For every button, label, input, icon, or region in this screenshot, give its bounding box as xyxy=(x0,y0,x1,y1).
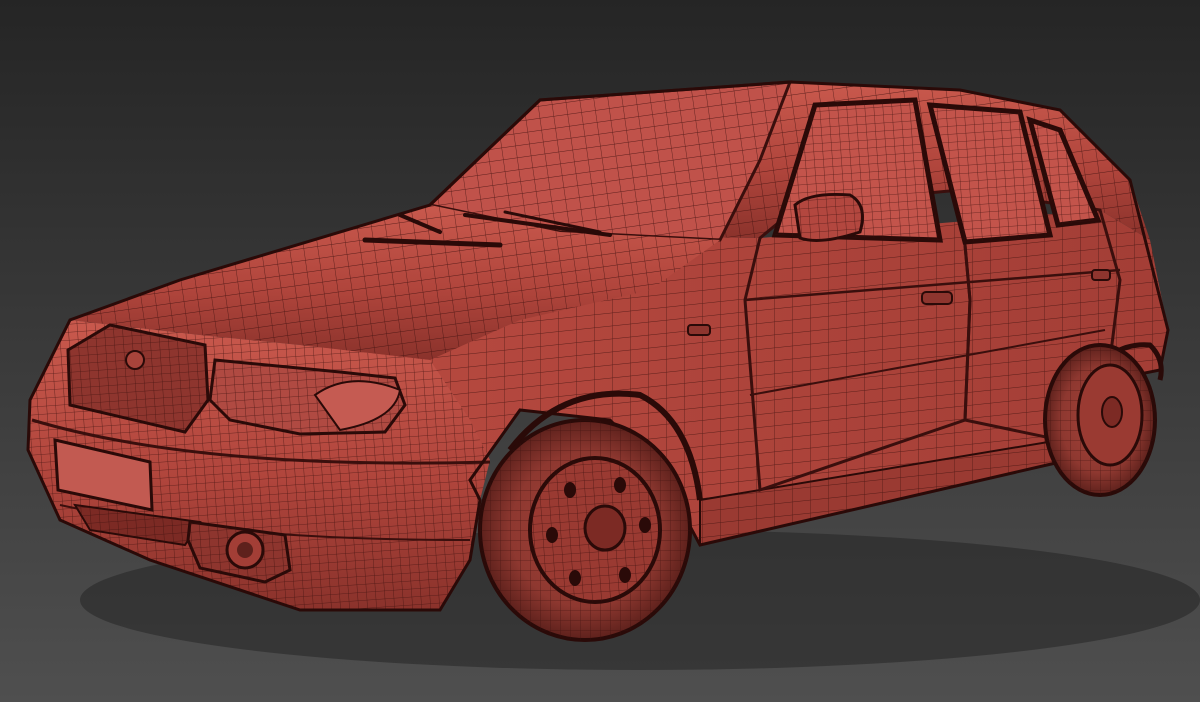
render-viewport xyxy=(0,0,1200,702)
car-render-canvas xyxy=(0,0,1200,702)
front-hub xyxy=(583,504,627,552)
brand-logo-icon xyxy=(125,350,145,370)
rear-door-handle xyxy=(1091,269,1111,281)
front-door-handle xyxy=(921,291,953,305)
side-indicator xyxy=(687,324,711,336)
